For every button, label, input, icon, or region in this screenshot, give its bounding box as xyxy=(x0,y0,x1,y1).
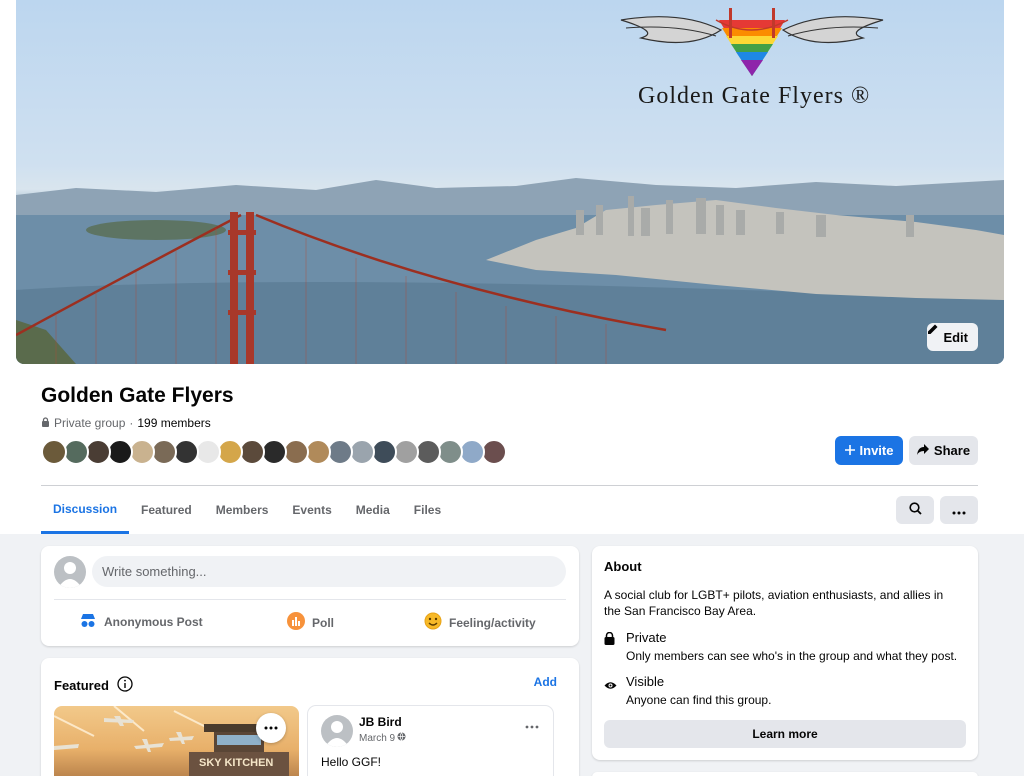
composer-divider xyxy=(54,599,566,600)
eye-icon xyxy=(604,677,617,695)
post-author[interactable]: JB Bird xyxy=(359,715,402,729)
plus-icon xyxy=(844,443,855,458)
more-dots-icon xyxy=(952,503,966,518)
share-button[interactable]: Share xyxy=(909,436,978,465)
group-privacy[interactable]: Private group xyxy=(54,416,125,430)
more-options-button[interactable] xyxy=(940,496,978,524)
featured-section: Featured Add SKY KITCHEN JB Bird March 9… xyxy=(41,658,579,776)
post-date[interactable]: March 9 xyxy=(359,733,395,744)
edit-label: Edit xyxy=(943,329,968,345)
lock-icon xyxy=(604,631,615,650)
anonymous-icon xyxy=(79,612,97,631)
private-description: Only members can see who's in the group … xyxy=(626,649,958,663)
member-avatars xyxy=(41,439,507,465)
share-label: Share xyxy=(933,443,971,458)
learn-more-button[interactable]: Learn more xyxy=(604,720,966,748)
lock-icon xyxy=(41,416,50,430)
search-group-button[interactable] xyxy=(896,496,934,524)
featured-more-button[interactable] xyxy=(256,713,286,743)
user-avatar[interactable] xyxy=(54,556,86,588)
learn-more-label: Learn more xyxy=(752,727,818,741)
feeling-label: Feeling/activity xyxy=(449,615,536,630)
cover-illustration: Golden Gate Flyers ® xyxy=(16,8,1004,364)
edit-cover-button[interactable]: Edit xyxy=(927,323,978,351)
member-avatar[interactable] xyxy=(41,439,67,465)
post-composer: Write something... Anonymous Post Poll F… xyxy=(41,546,579,646)
group-logo xyxy=(620,8,884,76)
about-card: About A social club for LGBT+ pilots, av… xyxy=(592,546,978,760)
add-featured-link[interactable]: Add xyxy=(534,675,557,689)
group-member-count[interactable]: 199 members xyxy=(137,416,210,430)
private-title: Private xyxy=(626,630,667,645)
tab-featured[interactable]: Featured xyxy=(129,486,204,534)
poll-button[interactable]: Poll xyxy=(287,612,334,633)
anonymous-post-button[interactable]: Anonymous Post xyxy=(79,612,203,631)
write-something-input[interactable]: Write something... xyxy=(92,556,566,587)
share-arrow-icon xyxy=(916,443,929,458)
group-name: Golden Gate Flyers xyxy=(41,384,234,407)
smiley-icon xyxy=(424,612,442,633)
info-icon[interactable] xyxy=(117,676,133,695)
next-card xyxy=(592,772,978,776)
globe-icon xyxy=(397,732,406,744)
post-text: Hello GGF! xyxy=(321,755,382,769)
image-caption: SKY KITCHEN xyxy=(199,757,273,769)
meta-separator: · xyxy=(129,416,134,430)
logo-text: Golden Gate Flyers ® xyxy=(638,83,870,109)
about-description: A social club for LGBT+ pilots, aviation… xyxy=(604,588,944,618)
post-more-button[interactable] xyxy=(525,716,539,734)
author-avatar[interactable] xyxy=(321,715,353,747)
tab-discussion[interactable]: Discussion xyxy=(41,486,130,534)
about-title: About xyxy=(604,559,642,574)
composer-placeholder: Write something... xyxy=(102,564,207,579)
post-date-row: March 9 xyxy=(359,732,406,744)
poll-icon xyxy=(287,612,305,633)
invite-label: Invite xyxy=(859,443,894,458)
visible-title: Visible xyxy=(626,674,665,689)
featured-heading: Featured xyxy=(54,676,133,695)
feeling-activity-button[interactable]: Feeling/activity xyxy=(424,612,536,633)
tab-files[interactable]: Files xyxy=(402,486,453,534)
invite-button[interactable]: Invite xyxy=(835,436,903,465)
visible-description: Anyone can find this group. xyxy=(626,693,772,707)
tab-media[interactable]: Media xyxy=(344,486,402,534)
group-meta: Private group · 199 members xyxy=(41,416,211,430)
search-icon xyxy=(908,502,922,518)
tab-events[interactable]: Events xyxy=(280,486,343,534)
featured-title: Featured xyxy=(54,678,109,693)
anonymous-label: Anonymous Post xyxy=(104,614,203,629)
cover-photo: Golden Gate Flyers ® Edit xyxy=(16,0,1004,364)
featured-post-card[interactable]: JB Bird March 9 Hello GGF! xyxy=(308,706,553,776)
tab-members[interactable]: Members xyxy=(204,486,281,534)
poll-label: Poll xyxy=(312,615,335,630)
group-tabs: Discussion Featured Members Events Media… xyxy=(41,486,453,534)
